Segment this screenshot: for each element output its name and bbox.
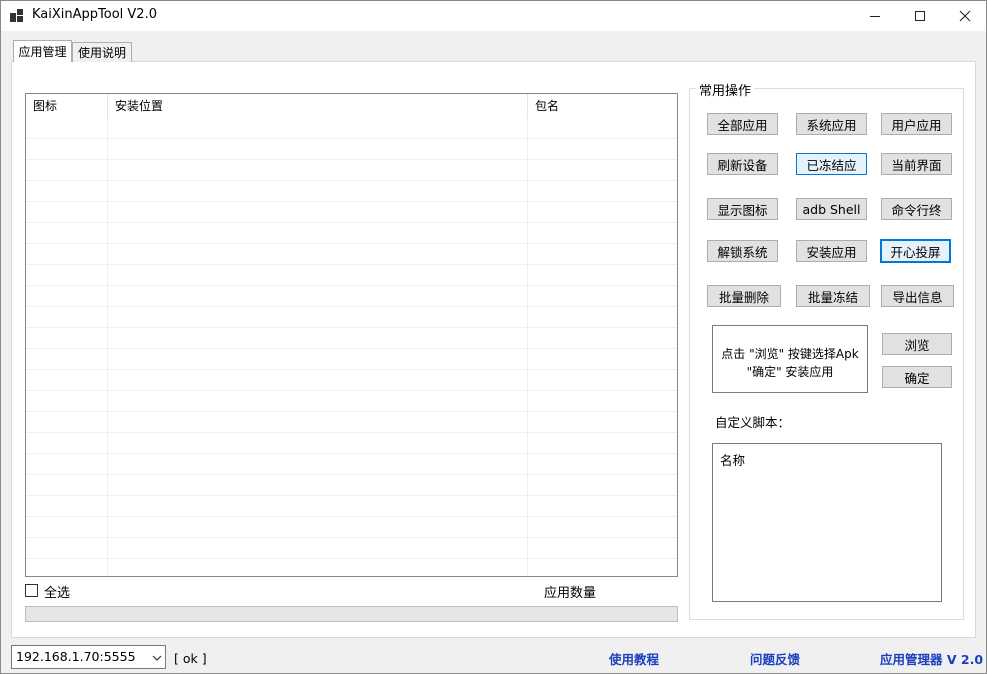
tutorial-link[interactable]: 使用教程 [609, 649, 659, 668]
install-hint-line: "确定" 安装应用 [746, 365, 834, 379]
export-info-button[interactable]: 导出信息 [881, 285, 954, 307]
list-row [26, 244, 677, 265]
list-row [26, 475, 677, 496]
app-list-header: 图标 安装位置 包名 [26, 94, 677, 118]
column-header-icon[interactable]: 图标 [26, 94, 108, 118]
version-link[interactable]: 应用管理器 V 2.0 [880, 649, 983, 668]
browse-button[interactable]: 浏览 [882, 333, 952, 355]
confirm-button[interactable]: 确定 [882, 366, 952, 388]
select-all-label[interactable]: 全选 [44, 582, 70, 601]
list-row [26, 118, 677, 139]
common-operations-title: 常用操作 [696, 80, 755, 99]
list-row [26, 349, 677, 370]
list-row [26, 517, 677, 538]
list-row [26, 454, 677, 475]
select-all-checkbox[interactable] [25, 584, 38, 597]
list-row [26, 181, 677, 202]
progress-bar [25, 606, 678, 622]
title-bar[interactable]: KaiXinAppTool V2.0 [0, 0, 987, 31]
app-icon [10, 9, 23, 22]
close-icon[interactable] [942, 0, 987, 31]
list-row [26, 370, 677, 391]
list-row [26, 391, 677, 412]
command-line-button[interactable]: 命令行终 [881, 198, 952, 220]
unlock-system-button[interactable]: 解锁系统 [707, 240, 778, 262]
refresh-device-button[interactable]: 刷新设备 [707, 153, 778, 175]
app-count-label: 应用数量 [544, 586, 597, 601]
column-header-package-name[interactable]: 包名 [528, 94, 677, 118]
tab-usage-guide[interactable]: 使用说明 [72, 42, 132, 62]
custom-script-label: 自定义脚本： [715, 415, 791, 430]
maximize-icon[interactable] [897, 0, 942, 31]
adb-shell-button[interactable]: adb Shell [796, 198, 867, 220]
user-apps-button[interactable]: 用户应用 [881, 113, 952, 135]
list-row [26, 139, 677, 160]
current-screen-button[interactable]: 当前界面 [881, 153, 952, 175]
list-row [26, 286, 677, 307]
apk-install-hint-box: 点击 "浏览" 按键选择Apk "确定" 安装应用 [712, 325, 868, 393]
list-row [26, 538, 677, 559]
tab-app-management[interactable]: 应用管理 [13, 40, 72, 62]
list-row [26, 412, 677, 433]
show-icons-button[interactable]: 显示图标 [707, 198, 778, 220]
device-select-value: 192.168.1.70:5555 [16, 649, 136, 664]
list-row [26, 328, 677, 349]
custom-script-list[interactable]: 名称 [712, 443, 942, 602]
app-list[interactable]: 图标 安装位置 包名 [25, 93, 678, 577]
minimize-icon[interactable] [852, 0, 897, 31]
device-select[interactable]: 192.168.1.70:5555 [11, 645, 166, 669]
install-hint-line: 点击 "浏览" 按键选择Apk [721, 347, 859, 361]
batch-freeze-button[interactable]: 批量冻结 [796, 285, 870, 307]
list-row [26, 496, 677, 517]
list-row [26, 202, 677, 223]
feedback-link[interactable]: 问题反馈 [750, 649, 800, 668]
list-row [26, 160, 677, 181]
system-apps-button[interactable]: 系统应用 [796, 113, 867, 135]
column-divider [107, 118, 108, 576]
list-row [26, 307, 677, 328]
all-apps-button[interactable]: 全部应用 [707, 113, 778, 135]
connection-status: [ ok ] [174, 651, 207, 666]
list-row [26, 223, 677, 244]
list-row [26, 433, 677, 454]
column-divider [527, 118, 528, 576]
install-app-button[interactable]: 安装应用 [796, 240, 867, 262]
chevron-down-icon[interactable] [152, 652, 162, 666]
column-header-install-location[interactable]: 安装位置 [108, 94, 528, 118]
list-row [26, 265, 677, 286]
custom-script-column-name: 名称 [720, 453, 746, 468]
frozen-apps-button[interactable]: 已冻结应 [796, 153, 867, 175]
window-title: KaiXinAppTool V2.0 [32, 7, 157, 22]
start-cast-button[interactable]: 开心投屏 [880, 239, 951, 263]
batch-delete-button[interactable]: 批量删除 [707, 285, 781, 307]
